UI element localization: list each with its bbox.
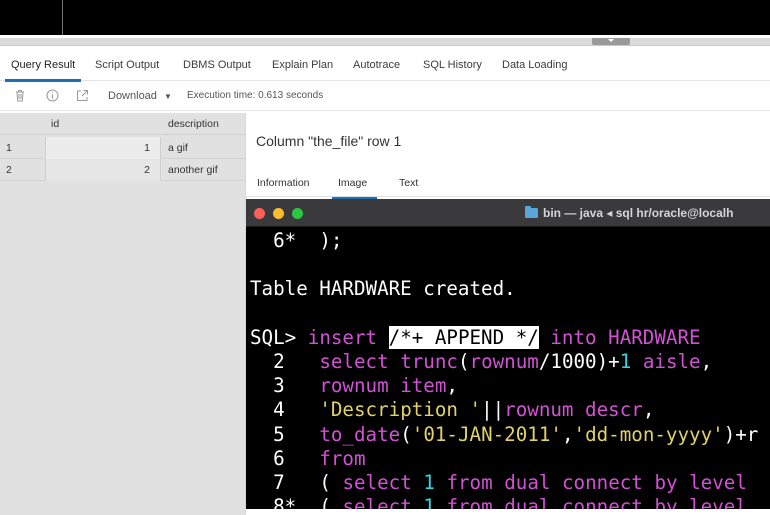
terminal-title-bar: bin — java ◂ sql hr/oracle@localh xyxy=(246,199,770,227)
tab-data-loading[interactable]: Data Loading xyxy=(502,59,567,71)
tab-query-result[interactable]: Query Result xyxy=(4,59,82,82)
execution-time: Execution time: 0.613 seconds xyxy=(187,90,324,101)
top-dark-bar xyxy=(0,0,770,35)
viewer-tabs: Information Image Text xyxy=(246,165,770,199)
output-tabs: Query Result Script Output DBMS Output E… xyxy=(0,50,770,82)
maximize-window-icon xyxy=(292,208,303,219)
download-label: Download xyxy=(108,90,157,102)
terminal-title-text: bin — java ◂ sql hr/oracle@localh xyxy=(543,206,734,220)
row-number[interactable]: 2 xyxy=(0,159,45,181)
folder-icon xyxy=(525,206,538,218)
tab-dbms-output[interactable]: DBMS Output xyxy=(183,59,251,71)
tab-explain-plan[interactable]: Explain Plan xyxy=(272,59,333,71)
cell-id[interactable]: 2 xyxy=(45,159,161,181)
table-row[interactable]: 1 1 a gif xyxy=(0,137,245,159)
info-icon[interactable] xyxy=(45,89,59,103)
top-bar-separator xyxy=(62,0,63,35)
chevron-down-icon: ▼ xyxy=(163,92,172,101)
terminal-content: 6* ); Table HARDWARE created. SQL> inser… xyxy=(250,229,758,509)
code-line: 6* ); xyxy=(273,229,343,252)
table-row[interactable]: 2 2 another gif xyxy=(0,159,245,181)
code-line: 5 to_date('01-JAN-2011','dd-mon-yyyy')+r xyxy=(273,422,759,446)
tab-information[interactable]: Information xyxy=(257,177,310,189)
cell-description[interactable]: another gif xyxy=(162,159,245,181)
trash-icon[interactable] xyxy=(13,89,27,103)
open-external-icon[interactable] xyxy=(75,89,89,103)
terminal-window-title: bin — java ◂ sql hr/oracle@localh xyxy=(525,206,733,220)
image-preview: bin — java ◂ sql hr/oracle@localh 6* ); … xyxy=(246,199,770,509)
column-header-id[interactable]: id xyxy=(45,113,161,135)
code-line: 8* ( select 1 from dual connect by level xyxy=(273,495,747,509)
close-window-icon xyxy=(254,208,265,219)
code-line: SQL> insert /*+ APPEND */ into HARDWARE xyxy=(250,325,701,349)
tab-image[interactable]: Image xyxy=(331,177,378,199)
code-line: 6 from xyxy=(273,446,366,470)
code-line: 3 rownum item, xyxy=(273,374,458,398)
code-line: 7 ( select 1 from dual connect by level xyxy=(273,471,747,495)
minimize-window-icon xyxy=(273,208,284,219)
tabs-divider xyxy=(246,196,770,197)
tab-autotrace[interactable]: Autotrace xyxy=(353,59,400,71)
row-number[interactable]: 1 xyxy=(0,137,45,159)
splitter-collapse-handle[interactable] xyxy=(592,38,630,45)
cell-description[interactable]: a gif xyxy=(162,137,245,159)
column-header-rownum[interactable] xyxy=(0,113,45,135)
panel-splitter[interactable] xyxy=(0,38,770,46)
code-line: 2 select trunc(rownum/1000)+1 aisle, xyxy=(273,350,713,374)
result-grid: id description 1 1 a gif 2 2 another gif xyxy=(0,113,245,515)
cell-id[interactable]: 1 xyxy=(45,137,161,159)
panel-title: Column "the_file" row 1 xyxy=(256,133,402,149)
column-header-description[interactable]: description xyxy=(162,113,245,135)
tab-text[interactable]: Text xyxy=(399,177,418,189)
table-header-row: id description xyxy=(0,113,245,135)
lob-viewer-panel: Column "the_file" row 1 Information Imag… xyxy=(245,113,770,515)
tab-script-output[interactable]: Script Output xyxy=(95,59,159,71)
result-toolbar: Download ▼ Execution time: 0.613 seconds xyxy=(0,82,770,111)
code-line: 4 'Description '||rownum descr, xyxy=(273,398,655,422)
panel-bottom-margin xyxy=(246,509,770,515)
chevron-down-icon xyxy=(608,39,614,42)
code-line: Table HARDWARE created. xyxy=(250,277,516,301)
tab-sql-history[interactable]: SQL History xyxy=(423,59,482,71)
download-button[interactable]: Download ▼ xyxy=(108,90,172,102)
